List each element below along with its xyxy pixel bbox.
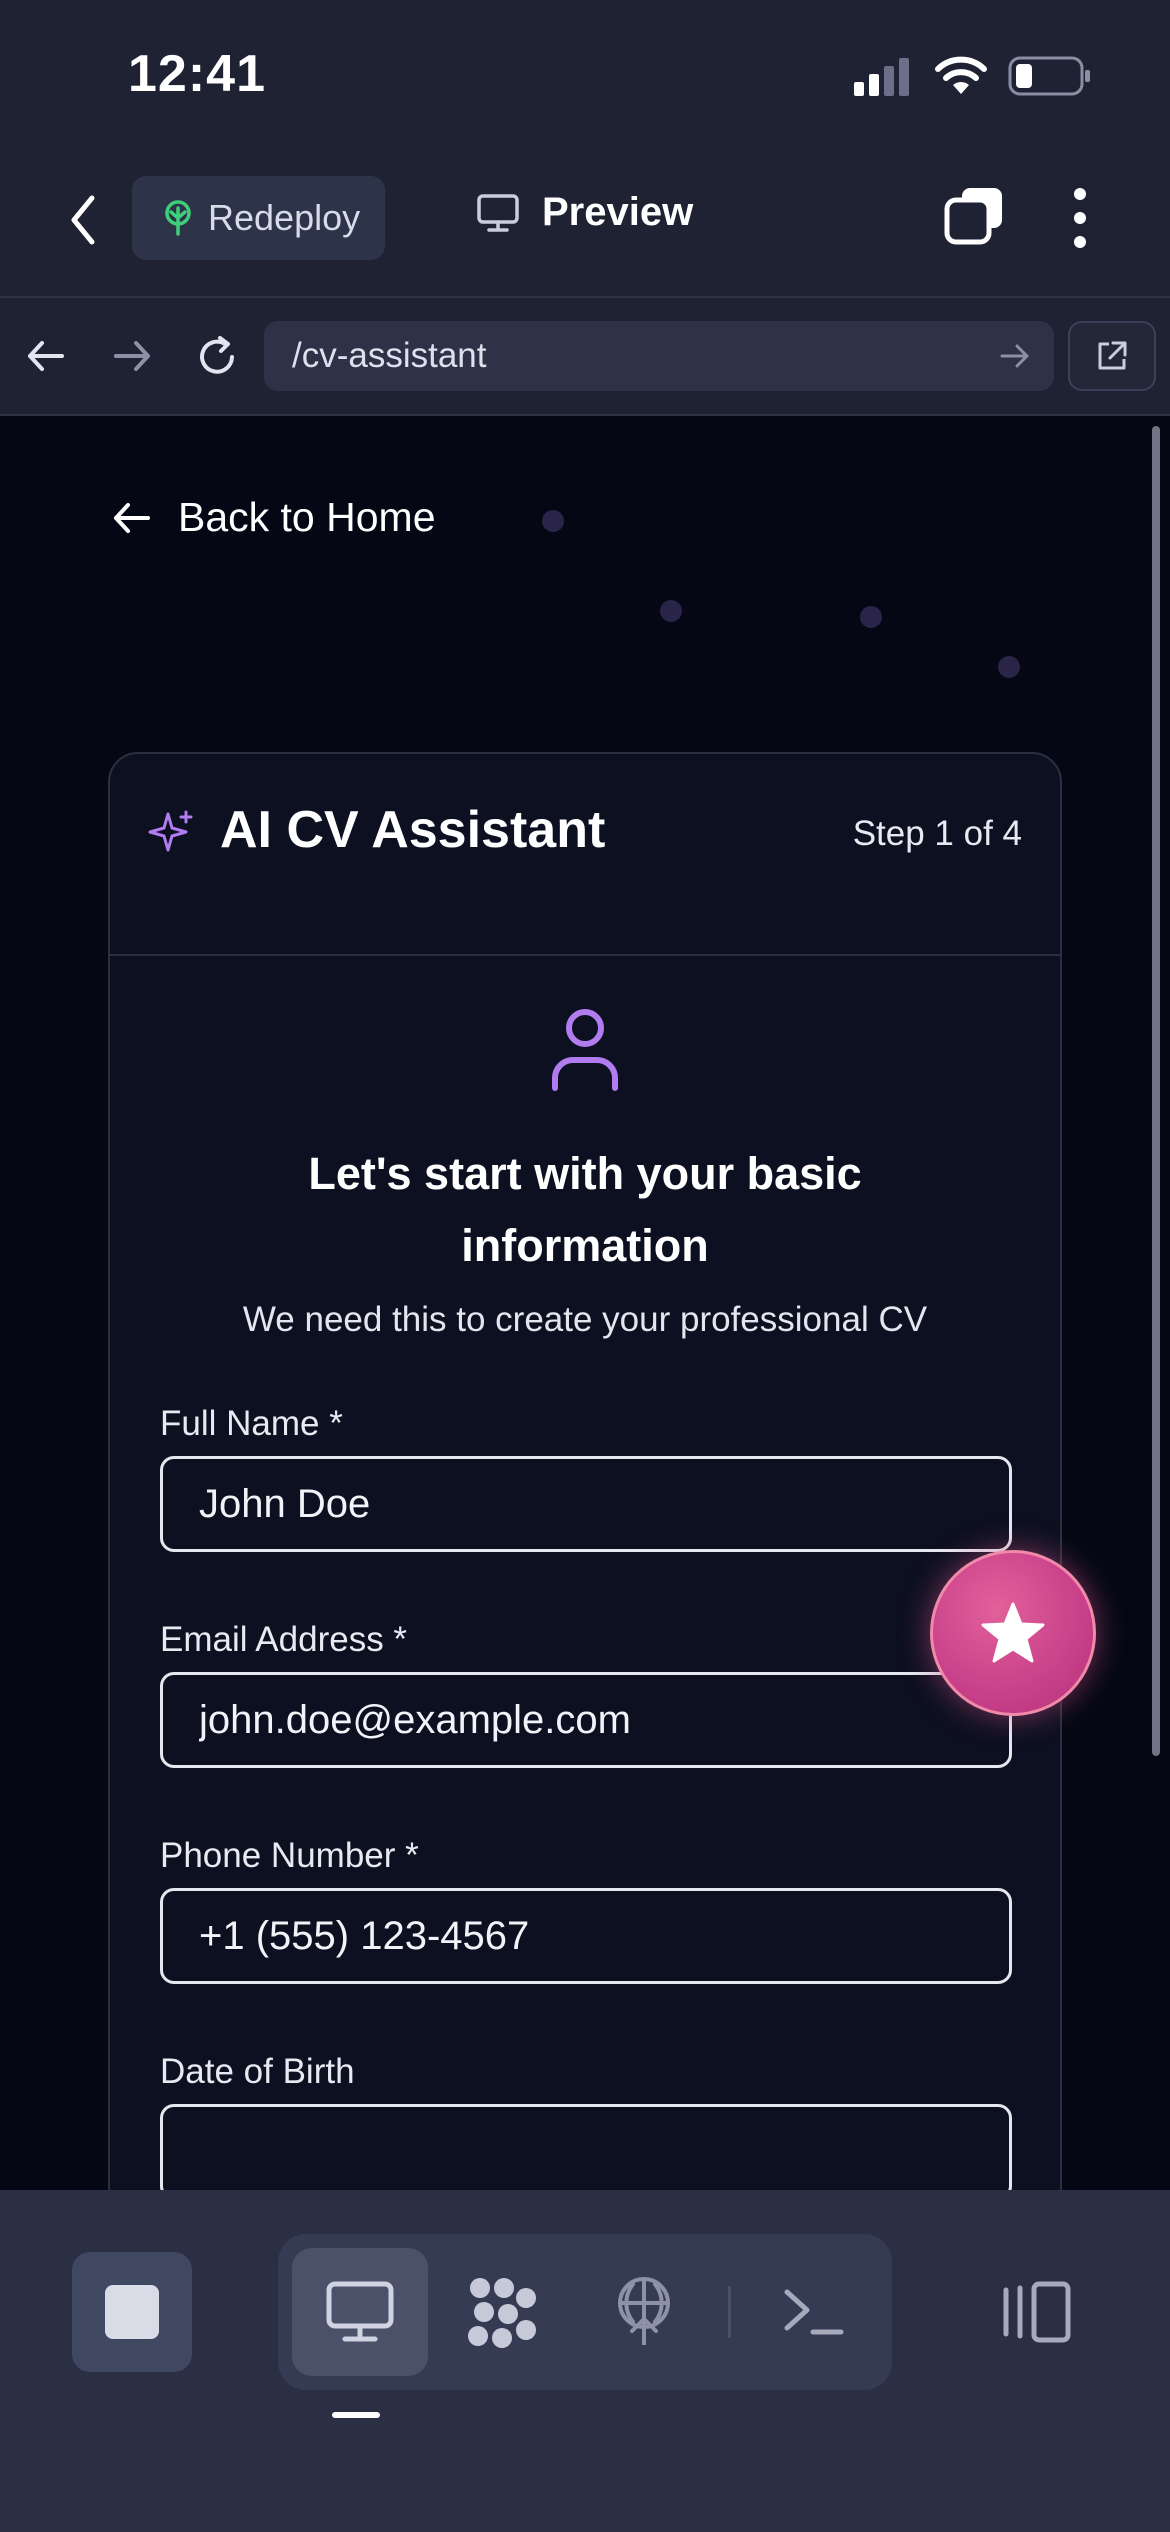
status-time: 12:41 bbox=[128, 45, 266, 103]
section-subheading: We need this to create your professional… bbox=[242, 1300, 928, 1339]
step-indicator: Step 1 of 4 bbox=[852, 814, 1022, 853]
phone-label: Phone Number * bbox=[160, 1836, 419, 1875]
section-heading-line1: Let's start with your basic bbox=[308, 1148, 862, 1199]
star-icon bbox=[981, 1602, 1045, 1663]
cv-assistant-card: AI CV Assistant Step 1 of 4 Let's start … bbox=[108, 752, 1062, 2190]
section-heading-line2: information bbox=[461, 1220, 709, 1271]
redeploy-button[interactable]: Redeploy bbox=[132, 176, 385, 260]
browser-bar: /cv-assistant bbox=[0, 296, 1170, 416]
redeploy-label: Redeploy bbox=[208, 197, 361, 238]
url-value: /cv-assistant bbox=[292, 336, 487, 375]
layout-toggle-icon[interactable] bbox=[1000, 2280, 1074, 2344]
url-field[interactable]: /cv-assistant bbox=[264, 321, 1054, 391]
terminal-icon bbox=[784, 2289, 844, 2335]
nav-back-icon[interactable] bbox=[26, 338, 66, 374]
external-link-icon bbox=[1098, 341, 1127, 370]
reload-icon[interactable] bbox=[194, 334, 240, 380]
star-fab-button[interactable] bbox=[930, 1550, 1096, 1716]
dob-input[interactable] bbox=[160, 2104, 1012, 2190]
tool-group bbox=[278, 2234, 892, 2390]
signal-icon bbox=[854, 58, 909, 96]
preview-tool-button[interactable] bbox=[292, 2248, 428, 2376]
tabs-icon[interactable] bbox=[944, 186, 1004, 246]
monitor-icon bbox=[477, 193, 519, 232]
decor-dot bbox=[998, 656, 1020, 678]
decor-dot bbox=[860, 606, 882, 628]
bottom-toolbar bbox=[0, 2190, 1170, 2532]
scrollbar[interactable] bbox=[1152, 426, 1160, 1756]
web-viewport: Back to Home AI CV Assistant Step 1 of 4… bbox=[0, 416, 1170, 2190]
toolbar-divider bbox=[728, 2286, 731, 2338]
open-external-button[interactable] bbox=[1068, 321, 1156, 391]
nav-forward-icon[interactable] bbox=[112, 338, 152, 374]
workflow-icon bbox=[468, 2278, 536, 2348]
back-chevron-icon[interactable] bbox=[66, 192, 102, 248]
sparkle-icon bbox=[148, 810, 193, 852]
deploy-icon bbox=[618, 2277, 670, 2345]
full-name-input[interactable] bbox=[160, 1456, 1012, 1552]
home-indicator bbox=[332, 2412, 380, 2418]
full-name-label: Full Name * bbox=[160, 1404, 343, 1443]
dob-label: Date of Birth bbox=[160, 2052, 355, 2091]
card-header: AI CV Assistant Step 1 of 4 bbox=[110, 754, 1060, 956]
preview-label: Preview bbox=[542, 190, 694, 234]
decor-dot bbox=[660, 600, 682, 622]
deploy-tool-button[interactable] bbox=[576, 2248, 712, 2376]
user-icon bbox=[552, 1009, 618, 1091]
preview-button[interactable]: Preview bbox=[476, 190, 693, 235]
card-title: AI CV Assistant bbox=[220, 801, 606, 859]
workflow-tool-button[interactable] bbox=[434, 2248, 570, 2376]
phone-input[interactable] bbox=[160, 1888, 1012, 1984]
back-to-home-link[interactable]: Back to Home bbox=[112, 494, 436, 541]
status-bar: 12:41 bbox=[0, 0, 1170, 150]
app-bar: Redeploy Preview bbox=[0, 150, 1170, 296]
terminal-tool-button[interactable] bbox=[746, 2248, 882, 2376]
arrow-left-icon bbox=[114, 502, 150, 533]
email-label: Email Address * bbox=[160, 1620, 408, 1659]
stop-button[interactable] bbox=[72, 2252, 192, 2372]
monitor-icon bbox=[326, 2281, 394, 2342]
tree-icon bbox=[165, 200, 191, 236]
battery-icon bbox=[1008, 56, 1090, 96]
email-input[interactable] bbox=[160, 1672, 1012, 1768]
back-to-home-label: Back to Home bbox=[178, 494, 436, 540]
decor-dot bbox=[542, 510, 564, 532]
stop-icon bbox=[105, 2285, 159, 2339]
go-arrow-icon[interactable] bbox=[1000, 343, 1030, 369]
wifi-icon bbox=[935, 56, 987, 94]
more-vertical-icon[interactable] bbox=[1066, 186, 1094, 250]
